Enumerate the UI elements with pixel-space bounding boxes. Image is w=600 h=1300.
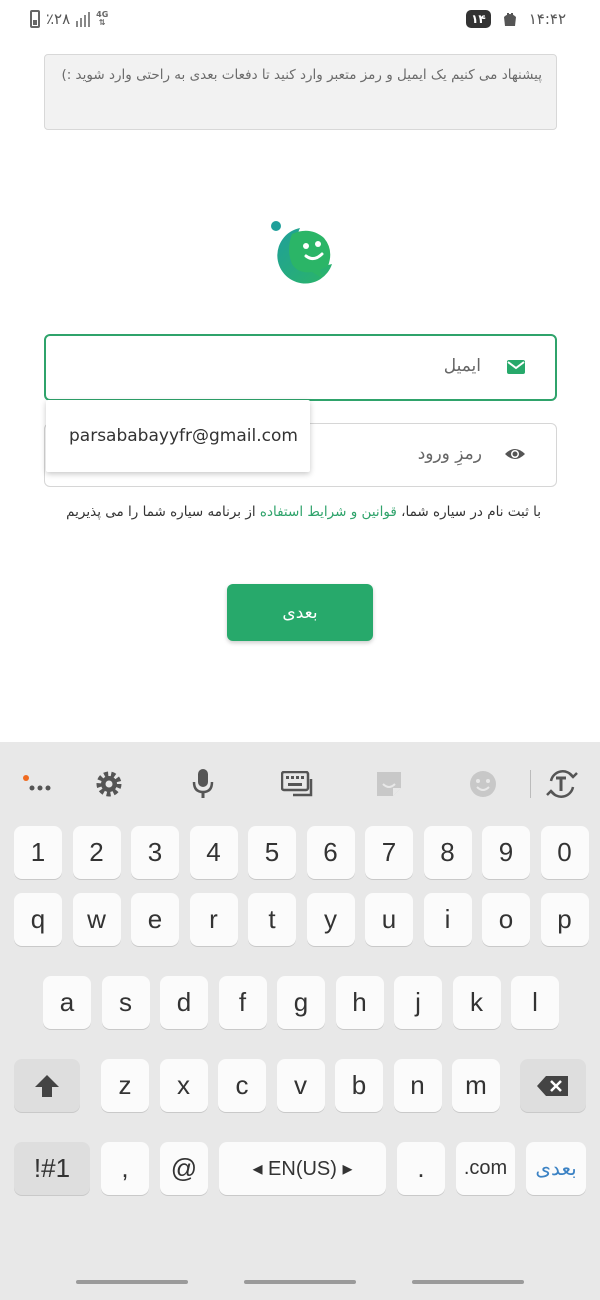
- key-6[interactable]: 6: [306, 826, 355, 879]
- key-o[interactable]: o: [482, 893, 530, 946]
- app-logo: [271, 221, 332, 284]
- key-v[interactable]: v: [276, 1059, 325, 1112]
- keyboard-toolbar: [0, 742, 600, 822]
- info-notice: پیشنهاد می کنیم یک ایمیل و رمز متعبر وار…: [44, 54, 557, 130]
- terms-link[interactable]: قوانین و شرایط استفاده: [260, 504, 397, 520]
- settings-icon[interactable]: [91, 766, 127, 802]
- key-e[interactable]: e: [131, 893, 179, 946]
- mail-icon: [507, 360, 525, 374]
- nav-back[interactable]: [412, 1280, 524, 1284]
- backspace-icon: [537, 1075, 568, 1096]
- key-7[interactable]: 7: [365, 826, 413, 879]
- key-h[interactable]: h: [335, 976, 384, 1029]
- key-r[interactable]: r: [189, 893, 238, 946]
- key-a[interactable]: a: [43, 976, 91, 1029]
- notice-text: پیشنهاد می کنیم یک ایمیل و رمز متعبر وار…: [61, 67, 542, 83]
- key-0[interactable]: 0: [540, 826, 589, 879]
- key-j[interactable]: j: [394, 976, 442, 1029]
- key-n[interactable]: n: [393, 1059, 442, 1112]
- battery-icon: [30, 10, 40, 28]
- mic-icon[interactable]: [185, 766, 221, 802]
- key-f[interactable]: f: [218, 976, 267, 1029]
- space-key[interactable]: ◂ EN(US) ▸: [219, 1142, 386, 1195]
- key-z[interactable]: z: [101, 1059, 149, 1112]
- network-type: 4G ⇅: [96, 10, 109, 27]
- dotcom-key[interactable]: .com: [456, 1142, 515, 1195]
- backspace-key[interactable]: [520, 1059, 586, 1112]
- comma-key[interactable]: ,: [101, 1142, 149, 1195]
- at-key[interactable]: @: [160, 1142, 208, 1195]
- toolbar-divider: [530, 770, 531, 798]
- terms-suffix: از برنامه سیاره شما را می پذیریم: [66, 504, 256, 520]
- key-g[interactable]: g: [277, 976, 325, 1029]
- nav-recents[interactable]: [76, 1280, 188, 1284]
- key-w[interactable]: w: [72, 893, 121, 946]
- key-m[interactable]: m: [452, 1059, 500, 1112]
- key-t[interactable]: t: [248, 893, 296, 946]
- key-p[interactable]: p: [540, 893, 589, 946]
- autofill-suggestion[interactable]: parsababayyfr@gmail.com: [46, 400, 310, 472]
- key-i[interactable]: i: [423, 893, 472, 946]
- key-4[interactable]: 4: [189, 826, 238, 879]
- status-bar: ٪۲۸ 4G ⇅ ۱۴ ۱۴:۴۲: [0, 0, 600, 44]
- app-notification-icon: [503, 13, 516, 26]
- clock: ۱۴:۴۲: [528, 10, 566, 28]
- sticker-icon[interactable]: [371, 766, 407, 802]
- shift-icon: [35, 1074, 59, 1097]
- autofill-email: parsababayyfr@gmail.com: [69, 426, 298, 446]
- key-q[interactable]: q: [14, 893, 62, 946]
- terms-prefix: با ثبت نام در سیاره شما،: [401, 504, 541, 520]
- keyboard: 1 2 3 4 5 6 7 8 9 0 q w e r t y u i o p a s d f g h j k l z x c v b n m !#1,…: [0, 742, 600, 1300]
- key-8[interactable]: 8: [423, 826, 472, 879]
- translate-icon[interactable]: [544, 766, 580, 802]
- battery-level: ٪۲۸: [46, 10, 71, 28]
- terms-text: با ثبت نام در سیاره شما، قوانین و شرایط …: [44, 504, 541, 520]
- key-9[interactable]: 9: [482, 826, 530, 879]
- notification-badge: ۱۴: [466, 10, 491, 28]
- navigation-bar: [0, 1264, 600, 1300]
- key-s[interactable]: s: [101, 976, 150, 1029]
- key-d[interactable]: d: [160, 976, 208, 1029]
- key-k[interactable]: k: [452, 976, 501, 1029]
- key-b[interactable]: b: [335, 1059, 383, 1112]
- keyboard-icon[interactable]: [279, 766, 315, 802]
- key-x[interactable]: x: [159, 1059, 208, 1112]
- action-next-key[interactable]: بعدی: [526, 1142, 586, 1195]
- password-placeholder: رمزِ ورود: [417, 444, 482, 464]
- key-c[interactable]: c: [218, 1059, 266, 1112]
- key-y[interactable]: y: [306, 893, 355, 946]
- eye-icon[interactable]: [504, 446, 526, 462]
- key-u[interactable]: u: [365, 893, 413, 946]
- key-5[interactable]: 5: [248, 826, 296, 879]
- email-field[interactable]: ایمیل: [44, 334, 557, 401]
- symbols-key[interactable]: !#1: [14, 1142, 90, 1195]
- key-3[interactable]: 3: [131, 826, 179, 879]
- more-icon[interactable]: [20, 766, 56, 802]
- nav-home[interactable]: [244, 1280, 356, 1284]
- next-button[interactable]: بعدی: [227, 584, 373, 641]
- shift-key[interactable]: [14, 1059, 80, 1112]
- key-l[interactable]: l: [511, 976, 559, 1029]
- emoji-icon[interactable]: [465, 766, 501, 802]
- email-placeholder: ایمیل: [443, 356, 481, 376]
- key-2[interactable]: 2: [72, 826, 121, 879]
- key-1[interactable]: 1: [14, 826, 62, 879]
- period-key[interactable]: .: [397, 1142, 445, 1195]
- signal-icon: [76, 11, 91, 27]
